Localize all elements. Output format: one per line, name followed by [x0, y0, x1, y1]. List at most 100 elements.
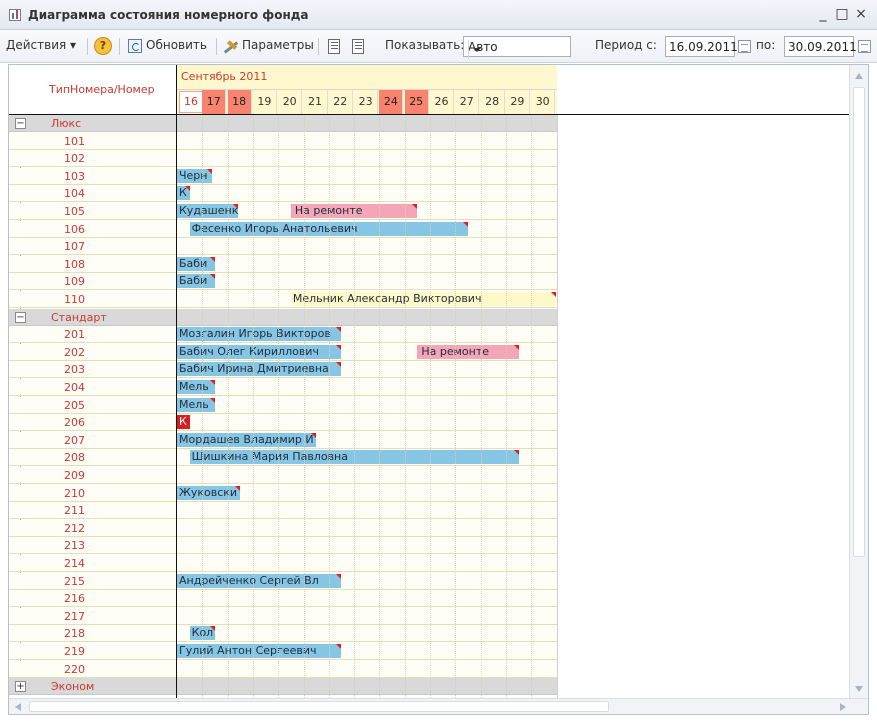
day-24: 24: [379, 90, 404, 114]
day-28: 28: [481, 90, 505, 114]
room-row[interactable]: 103: [9, 167, 557, 185]
room-row[interactable]: 105: [9, 203, 557, 220]
room-row[interactable]: 220: [9, 660, 557, 678]
room-row[interactable]: 107: [9, 238, 557, 256]
room-row[interactable]: 209: [9, 467, 557, 484]
room-number: 215: [64, 574, 85, 588]
row-header: ТипНомера/Номер: [9, 65, 176, 114]
room-row[interactable]: 101: [9, 132, 557, 150]
room-row[interactable]: 205: [9, 396, 557, 414]
grid-line: [531, 115, 533, 700]
room-number: 109: [64, 275, 85, 289]
room-number: 104: [64, 187, 85, 201]
occupancy-bar[interactable]: Мель: [177, 380, 215, 394]
repair-bar[interactable]: На ремонте: [417, 344, 519, 359]
booking-bar[interactable]: Мельник Александр Викторович: [290, 292, 557, 306]
show-select[interactable]: Авто: [463, 36, 571, 59]
room-number: 105: [64, 205, 85, 218]
vertical-scrollbar[interactable]: [849, 65, 868, 700]
scroll-right-icon[interactable]: [840, 703, 846, 711]
close-button[interactable]: ×: [853, 6, 869, 22]
chevron-down-icon[interactable]: [468, 40, 484, 59]
room-row[interactable]: 216: [9, 590, 557, 608]
grid-line: [354, 115, 356, 700]
room-row[interactable]: 218: [9, 625, 557, 643]
day-26: 26: [430, 90, 454, 114]
room-row[interactable]: 217: [9, 607, 557, 625]
room-number: 207: [64, 433, 85, 447]
collapse-icon[interactable]: −: [15, 118, 26, 129]
day-17: 17: [202, 90, 227, 114]
wrench-icon[interactable]: [222, 38, 240, 54]
group-row-1[interactable]: − Стандарт: [9, 308, 557, 326]
occupancy-bar[interactable]: Мель: [177, 397, 215, 412]
room-row[interactable]: 104: [9, 185, 557, 203]
occupancy-bar[interactable]: Жуковски: [177, 485, 241, 500]
document-copy-icon[interactable]: [350, 38, 366, 55]
scroll-left-icon[interactable]: [15, 703, 21, 711]
room-number: 110: [64, 293, 85, 306]
occupancy-chart[interactable]: ТипНомера/Номер Сентябрь 2011 16 17 18 19 20…: [8, 64, 869, 715]
occupancy-bar[interactable]: К: [177, 186, 190, 201]
maximize-button[interactable]: □: [834, 6, 850, 22]
params-button[interactable]: Параметры: [242, 38, 314, 52]
chart-icon: [9, 9, 21, 21]
room-row[interactable]: 109: [9, 273, 557, 291]
days-header: 16 17 18 19 20 21 22 23 24 25 26 27 28 29 30: [177, 90, 557, 114]
calendar-icon[interactable]: [858, 40, 871, 53]
day-23: 23: [354, 90, 379, 114]
room-row[interactable]: 213: [9, 537, 557, 555]
document-copy-icon[interactable]: [326, 38, 342, 55]
vertical-scroll-thumb[interactable]: [853, 87, 865, 557]
period-to-label: по:: [756, 38, 776, 52]
group-row-0[interactable]: − Люкс: [9, 115, 557, 132]
refresh-icon[interactable]: [128, 39, 142, 53]
occupancy-bar[interactable]: Мордашев Владимир И: [177, 432, 317, 447]
day-27: 27: [455, 90, 480, 114]
column-divider: [176, 65, 177, 700]
room-number: 210: [64, 486, 85, 500]
group-row-2[interactable]: + Эконом: [9, 678, 557, 696]
room-number: 212: [64, 521, 85, 535]
room-row[interactable]: 211: [9, 502, 557, 520]
toolbar-separator: [216, 38, 217, 55]
room-row[interactable]: 214: [9, 555, 557, 572]
occupancy-bar[interactable]: Кудашенк: [177, 204, 238, 218]
day-18: 18: [227, 90, 252, 114]
horizontal-scroll-thumb[interactable]: [29, 701, 609, 712]
grid-line: [379, 115, 381, 700]
calendar-icon[interactable]: [738, 40, 751, 53]
scroll-up-icon[interactable]: [855, 73, 863, 79]
room-number: 208: [64, 451, 85, 465]
help-icon[interactable]: ?: [94, 37, 112, 55]
refresh-button[interactable]: Обновить: [146, 38, 207, 52]
room-row[interactable]: 204: [9, 379, 557, 396]
room-number: 219: [64, 645, 85, 658]
grid-line: [303, 115, 305, 700]
actions-menu[interactable]: Действия ▾: [6, 38, 76, 52]
occupancy-bar[interactable]: Баби: [177, 256, 215, 271]
day-21: 21: [304, 90, 328, 114]
room-row[interactable]: 206: [9, 414, 557, 432]
room-number: 201: [64, 328, 85, 342]
room-row[interactable]: 108: [9, 255, 557, 273]
minimize-button[interactable]: _: [815, 6, 831, 22]
room-number: 211: [64, 504, 85, 518]
occupancy-bar[interactable]: К: [177, 415, 190, 430]
expand-icon[interactable]: +: [15, 681, 26, 693]
room-row[interactable]: 212: [9, 519, 557, 537]
day-19: 19: [253, 90, 277, 114]
scroll-down-icon[interactable]: [855, 686, 863, 692]
collapse-icon[interactable]: −: [15, 311, 26, 323]
room-number: 101: [64, 134, 85, 148]
room-row[interactable]: 102: [9, 150, 557, 168]
period-to-field[interactable]: 30.09.2011: [784, 36, 857, 57]
room-number: 209: [64, 469, 85, 482]
period-from-field[interactable]: 16.09.2011: [665, 36, 738, 57]
occupancy-bar[interactable]: Баби: [177, 274, 215, 289]
room-number: 214: [64, 557, 85, 570]
group-name: Эконом: [51, 680, 95, 694]
room-row[interactable]: 210: [9, 484, 557, 502]
horizontal-scrollbar[interactable]: [9, 698, 868, 714]
occupancy-bar[interactable]: Черн: [177, 168, 213, 183]
